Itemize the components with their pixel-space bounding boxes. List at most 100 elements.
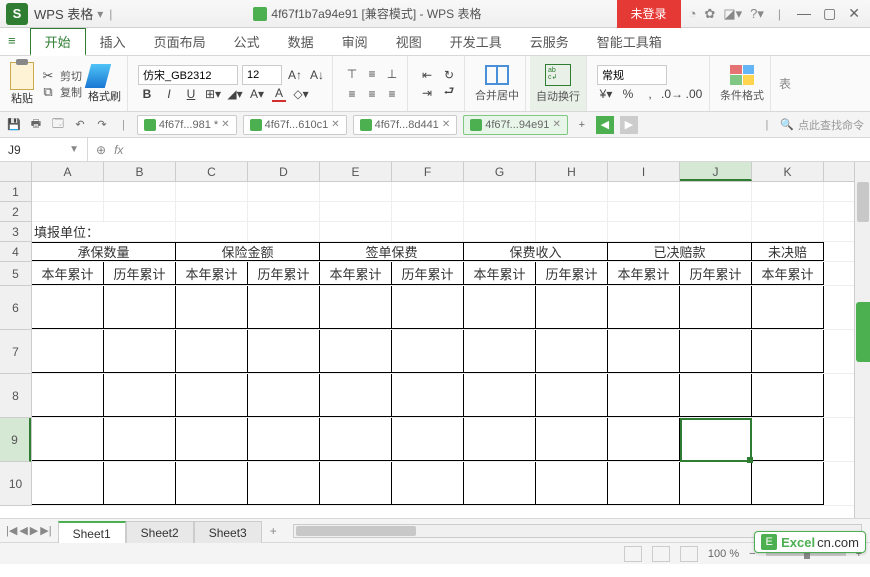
cell[interactable] [320,330,392,373]
doc-tab-3[interactable]: 4f67f...94e91✕ [463,115,568,135]
cell[interactable]: 保费收入 [464,242,608,261]
cell[interactable] [536,374,608,417]
row-header-4[interactable]: 4 [0,242,31,262]
cell[interactable] [248,418,320,461]
menu-tab-4[interactable]: 数据 [274,28,328,55]
cell[interactable] [464,330,536,373]
cell[interactable] [752,222,824,241]
cell[interactable] [536,286,608,329]
name-box-dropdown-icon[interactable]: ▼ [69,144,79,155]
tab-nav-left[interactable]: ◀ [596,116,614,134]
col-header-H[interactable]: H [536,162,608,181]
cell[interactable] [608,462,680,505]
cell[interactable] [752,374,824,417]
menu-tab-1[interactable]: 插入 [86,28,140,55]
align-middle-icon[interactable]: ≡ [363,65,381,83]
menu-tab-2[interactable]: 页面布局 [140,28,220,55]
menu-tab-6[interactable]: 视图 [382,28,436,55]
cell[interactable] [752,462,824,505]
cell[interactable] [32,374,104,417]
cell[interactable] [536,330,608,373]
doc-tab-2[interactable]: 4f67f...8d441✕ [353,115,458,135]
cut-button[interactable]: ✂剪切 [40,68,82,84]
cell[interactable] [320,222,392,241]
sheet-first-icon[interactable]: |◀ [6,524,17,537]
cell[interactable] [392,182,464,201]
row-header-6[interactable]: 6 [0,286,31,330]
col-header-A[interactable]: A [32,162,104,181]
decrease-indent-icon[interactable]: ⇤ [418,66,436,84]
col-header-E[interactable]: E [320,162,392,181]
save-icon[interactable]: 💾 [6,117,22,133]
print-preview-icon[interactable]: 🗔 [50,117,66,133]
doc-tab-close-icon[interactable]: ✕ [331,119,339,130]
doc-tab-close-icon[interactable]: ✕ [442,119,450,130]
cell[interactable] [248,202,320,221]
doc-tab-close-icon[interactable]: ✕ [221,119,229,130]
cell[interactable] [680,222,752,241]
cell[interactable]: 本年累计 [608,262,680,285]
increase-indent-icon[interactable]: ⇥ [418,84,436,102]
col-header-I[interactable]: I [608,162,680,181]
cell[interactable] [176,182,248,201]
font-color-button[interactable]: A [270,85,288,103]
vscroll-thumb[interactable] [857,182,869,222]
cloud-icon[interactable]: ◔ [689,6,697,21]
cell[interactable] [680,330,752,373]
app-dropdown-icon[interactable]: ▾ [97,7,103,21]
cell[interactable]: 未决赔 [752,242,824,261]
doc-tab-1[interactable]: 4f67f...610c1✕ [243,115,347,135]
font-name-select[interactable] [138,65,238,85]
help-icon[interactable]: ?▾ [750,6,764,22]
auto-wrap-button[interactable]: abc↲ 自动换行 [530,56,587,111]
align-center-icon[interactable]: ≡ [363,85,381,103]
sheet-prev-icon[interactable]: ◀ [19,524,27,537]
name-box[interactable]: J9 ▼ [0,138,88,161]
minimize-button[interactable]: — [797,5,811,22]
cell[interactable] [32,182,104,201]
cell[interactable] [536,462,608,505]
cell[interactable] [680,462,752,505]
border-button[interactable]: ⊞▾ [204,85,222,103]
row-header-9[interactable]: 9 [0,418,31,462]
menu-tab-5[interactable]: 审阅 [328,28,382,55]
cell[interactable] [464,182,536,201]
col-header-D[interactable]: D [248,162,320,181]
fx-label[interactable]: fx [114,143,123,157]
save-as-icon[interactable]: 🖶 [28,117,44,133]
cell[interactable]: 本年累计 [32,262,104,285]
cell[interactable] [248,286,320,329]
wrap-small-icon[interactable]: ⮐ [440,84,458,102]
cell[interactable] [680,182,752,201]
command-search[interactable]: 🔍 点此查找命令 [780,117,864,133]
cell[interactable] [680,418,752,461]
cell[interactable] [680,202,752,221]
cell[interactable] [392,330,464,373]
menu-tab-8[interactable]: 云服务 [516,28,583,55]
cells-area[interactable]: 填报单位：承保数量保险金额签单保费保费收入已决赔款未决赔本年累计历年累计本年累计… [32,182,854,506]
formula-input[interactable] [131,138,870,161]
cell[interactable] [32,286,104,329]
cell[interactable] [464,374,536,417]
copy-button[interactable]: ⧉复制 [40,84,82,100]
cell[interactable] [392,462,464,505]
cell[interactable] [320,418,392,461]
cell[interactable] [176,330,248,373]
redo-icon[interactable]: ↷ [94,117,110,133]
sheet-tab-Sheet2[interactable]: Sheet2 [126,521,194,543]
col-header-F[interactable]: F [392,162,464,181]
cell[interactable] [752,286,824,329]
paste-button[interactable]: 粘贴 [10,62,34,106]
menu-tab-7[interactable]: 开发工具 [436,28,516,55]
cell[interactable]: 保险金额 [176,242,320,261]
sheet-tab-Sheet1[interactable]: Sheet1 [58,521,126,543]
col-header-B[interactable]: B [104,162,176,181]
cell[interactable] [176,418,248,461]
cell[interactable] [608,202,680,221]
cell[interactable] [680,286,752,329]
cell[interactable] [176,286,248,329]
cell[interactable] [104,374,176,417]
cell[interactable] [32,202,104,221]
row-header-7[interactable]: 7 [0,330,31,374]
cell[interactable] [176,462,248,505]
